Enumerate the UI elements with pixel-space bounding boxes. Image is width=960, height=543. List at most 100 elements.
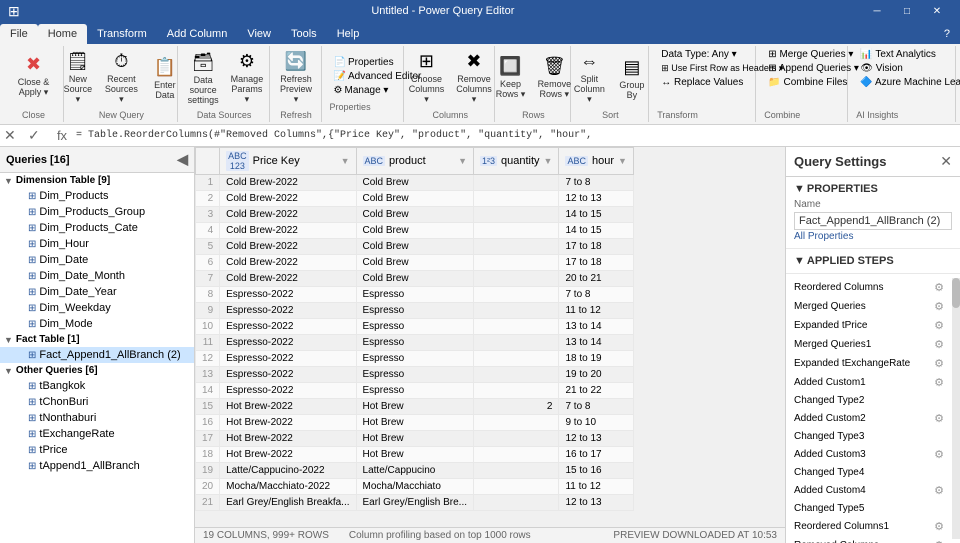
qs-close-icon[interactable]: ✕ xyxy=(940,153,952,170)
step-gear-icon[interactable]: ⚙ xyxy=(934,484,944,497)
table-row[interactable]: 3 Cold Brew-2022 Cold Brew 14 to 15 xyxy=(196,207,634,223)
tree-header-dimension[interactable]: ▼ Dimension Table [9] xyxy=(0,173,194,188)
col-filter-pricekey[interactable]: ▼ xyxy=(341,156,350,166)
col-header-product[interactable]: ABC product ▼ xyxy=(356,148,473,175)
step-item[interactable]: Expanded tExchangeRate ⚙ xyxy=(786,354,952,373)
properties-button[interactable]: 📄 Properties xyxy=(330,56,398,69)
step-item[interactable]: Changed Type4 xyxy=(786,464,952,481)
new-source-button[interactable]: 🗒 NewSource ▾ xyxy=(58,48,98,108)
step-item[interactable]: Changed Type3 xyxy=(786,428,952,445)
append-queries-button[interactable]: ⊞ Append Queries ▾ xyxy=(764,62,863,75)
table-row[interactable]: 12 Espresso-2022 Espresso 18 to 19 xyxy=(196,351,634,367)
table-row[interactable]: 14 Espresso-2022 Espresso 21 to 22 xyxy=(196,383,634,399)
tree-item-tbangkok[interactable]: ⊞ tBangkok xyxy=(0,378,194,394)
table-row[interactable]: 18 Hot Brew-2022 Hot Brew 16 to 17 xyxy=(196,447,634,463)
step-item[interactable]: Added Custom1 ⚙ xyxy=(786,373,952,392)
sidebar-toggle-icon[interactable]: ◀ xyxy=(177,151,188,168)
step-item[interactable]: Changed Type5 xyxy=(786,500,952,517)
tree-header-fact[interactable]: ▼ Fact Table [1] xyxy=(0,332,194,347)
col-filter-product[interactable]: ▼ xyxy=(458,156,467,166)
table-row[interactable]: 19 Latte/Cappucino-2022 Latte/Cappucino … xyxy=(196,463,634,479)
tree-item-tappend[interactable]: ⊞ tAppend1_AllBranch xyxy=(0,458,194,474)
table-row[interactable]: 6 Cold Brew-2022 Cold Brew 17 to 18 xyxy=(196,255,634,271)
tab-add-column[interactable]: Add Column xyxy=(157,24,238,44)
tree-item-fact-append[interactable]: ⊞ Fact_Append1_AllBranch (2) xyxy=(0,347,194,363)
step-item[interactable]: Reordered Columns ⚙ xyxy=(786,278,952,297)
group-by-button[interactable]: ▤ GroupBy xyxy=(612,54,652,103)
tree-header-other[interactable]: ▼ Other Queries [6] xyxy=(0,363,194,378)
tree-item-tchonburi[interactable]: ⊞ tChonBuri xyxy=(0,394,194,410)
tree-item-dim-date-year[interactable]: ⊞ Dim_Date_Year xyxy=(0,284,194,300)
minimize-button[interactable]: ─ xyxy=(862,0,892,22)
step-gear-icon[interactable]: ⚙ xyxy=(934,338,944,351)
step-gear-icon[interactable]: ⚙ xyxy=(934,448,944,461)
merge-queries-button[interactable]: ⊞ Merge Queries ▾ xyxy=(764,48,857,61)
step-item[interactable]: Added Custom3 ⚙ xyxy=(786,445,952,464)
table-row[interactable]: 5 Cold Brew-2022 Cold Brew 17 to 18 xyxy=(196,239,634,255)
table-row[interactable]: 7 Cold Brew-2022 Cold Brew 20 to 21 xyxy=(196,271,634,287)
step-gear-icon[interactable]: ⚙ xyxy=(934,281,944,294)
split-column-button[interactable]: ⇔ SplitColumn ▾ xyxy=(569,48,610,108)
step-gear-icon[interactable]: ⚙ xyxy=(934,357,944,370)
tree-item-dim-date-month[interactable]: ⊞ Dim_Date_Month xyxy=(0,268,194,284)
table-row[interactable]: 11 Espresso-2022 Espresso 13 to 14 xyxy=(196,335,634,351)
cancel-formula-icon[interactable]: ✕ xyxy=(4,127,24,144)
manage-params-button[interactable]: ⚙ ManageParams ▾ xyxy=(227,48,267,108)
refresh-preview-button[interactable]: 🔄 RefreshPreview ▾ xyxy=(275,48,317,108)
tree-item-dim-products[interactable]: ⊞ Dim_Products xyxy=(0,188,194,204)
text-analytics-button[interactable]: 📊 Text Analytics xyxy=(856,48,940,61)
tree-item-dim-hour[interactable]: ⊞ Dim_Hour xyxy=(0,236,194,252)
tree-item-dim-products-cate[interactable]: ⊞ Dim_Products_Cate xyxy=(0,220,194,236)
azure-ml-button[interactable]: 🔷 Azure Machine Learning xyxy=(856,76,960,89)
table-row[interactable]: 16 Hot Brew-2022 Hot Brew 9 to 10 xyxy=(196,415,634,431)
step-gear-icon[interactable]: ⚙ xyxy=(934,539,944,543)
step-item[interactable]: Merged Queries ⚙ xyxy=(786,297,952,316)
maximize-button[interactable]: □ xyxy=(892,0,922,22)
tree-item-dim-products-group[interactable]: ⊞ Dim_Products_Group xyxy=(0,204,194,220)
tree-item-texchangerate[interactable]: ⊞ tExchangeRate xyxy=(0,426,194,442)
tab-tools[interactable]: Tools xyxy=(281,24,327,44)
step-gear-icon[interactable]: ⚙ xyxy=(934,376,944,389)
tree-item-tnonthaburi[interactable]: ⊞ tNonthaburi xyxy=(0,410,194,426)
data-type-button[interactable]: Data Type: Any ▾ xyxy=(657,48,740,61)
step-gear-icon[interactable]: ⚙ xyxy=(934,319,944,332)
table-row[interactable]: 8 Espresso-2022 Espresso 7 to 8 xyxy=(196,287,634,303)
tab-transform[interactable]: Transform xyxy=(87,24,157,44)
step-item[interactable]: Reordered Columns1 ⚙ xyxy=(786,517,952,536)
table-row[interactable]: 13 Espresso-2022 Espresso 19 to 20 xyxy=(196,367,634,383)
col-filter-quantity[interactable]: ▼ xyxy=(544,156,553,166)
confirm-formula-icon[interactable]: ✓ xyxy=(28,127,48,144)
table-row[interactable]: 10 Espresso-2022 Espresso 13 to 14 xyxy=(196,319,634,335)
qs-all-properties-link[interactable]: All Properties xyxy=(794,231,853,242)
table-row[interactable]: 15 Hot Brew-2022 Hot Brew 2 7 to 8 xyxy=(196,399,634,415)
step-item[interactable]: Added Custom2 ⚙ xyxy=(786,409,952,428)
table-row[interactable]: 21 Earl Grey/English Breakfa... Earl Gre… xyxy=(196,495,634,511)
tree-item-dim-weekday[interactable]: ⊞ Dim_Weekday xyxy=(0,300,194,316)
tab-home[interactable]: Home xyxy=(38,24,87,44)
col-filter-hour[interactable]: ▼ xyxy=(618,156,627,166)
step-item[interactable]: Added Custom4 ⚙ xyxy=(786,481,952,500)
combine-files-button[interactable]: 📁 Combine Files xyxy=(764,76,851,89)
col-header-quantity[interactable]: 1²3 quantity ▼ xyxy=(474,148,559,175)
step-item[interactable]: Changed Type2 xyxy=(786,392,952,409)
table-row[interactable]: 1 Cold Brew-2022 Cold Brew 7 to 8 xyxy=(196,175,634,191)
recent-sources-button[interactable]: ⏱ RecentSources ▾ xyxy=(100,48,143,108)
col-header-pricekey[interactable]: ABC123 Price Key ▼ xyxy=(220,148,356,175)
close-apply-button[interactable]: ✖ Close &Apply ▾ xyxy=(13,51,55,106)
step-gear-icon[interactable]: ⚙ xyxy=(934,300,944,313)
step-item[interactable]: Removed Columns ⚙ xyxy=(786,536,952,543)
help-icon[interactable]: ? xyxy=(934,24,960,44)
tab-help[interactable]: Help xyxy=(327,24,370,44)
tree-item-dim-date[interactable]: ⊞ Dim_Date xyxy=(0,252,194,268)
col-header-hour[interactable]: ABC hour ▼ xyxy=(559,148,633,175)
step-item[interactable]: Merged Queries1 ⚙ xyxy=(786,335,952,354)
qs-name-input[interactable] xyxy=(794,212,952,230)
table-row[interactable]: 20 Mocha/Macchiato-2022 Mocha/Macchiato … xyxy=(196,479,634,495)
grid-container[interactable]: ABC123 Price Key ▼ ABC product ▼ xyxy=(195,147,785,527)
keep-rows-button[interactable]: 🔲 KeepRows ▾ xyxy=(491,53,531,103)
table-row[interactable]: 17 Hot Brew-2022 Hot Brew 12 to 13 xyxy=(196,431,634,447)
step-gear-icon[interactable]: ⚙ xyxy=(934,520,944,533)
vision-button[interactable]: 👁 Vision xyxy=(856,62,907,75)
replace-values-button[interactable]: ↔ Replace Values xyxy=(657,76,747,89)
tree-item-tprice[interactable]: ⊞ tPrice xyxy=(0,442,194,458)
